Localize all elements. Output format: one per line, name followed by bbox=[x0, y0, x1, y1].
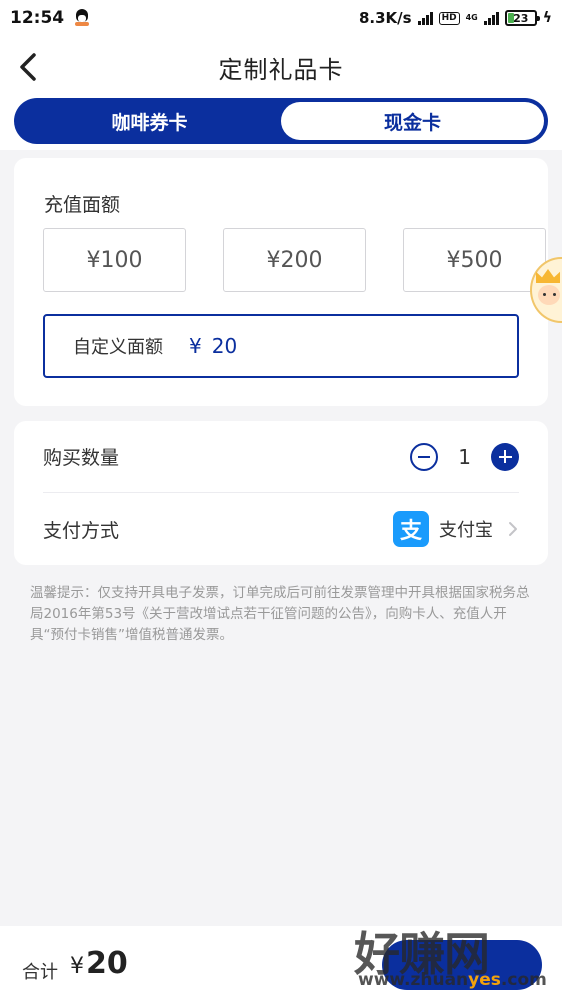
hd-badge: HD bbox=[438, 11, 460, 25]
bottom-bar: 合计 ¥20 bbox=[0, 926, 562, 1000]
battery-icon: 23 bbox=[504, 10, 540, 26]
card-type-tabs: 咖啡券卡 现金卡 bbox=[14, 98, 548, 144]
increase-button[interactable] bbox=[491, 442, 519, 471]
battery-level: 23 bbox=[513, 11, 529, 25]
status-bar: 12:54 8.3K/s HD 4G 23 ϟ bbox=[0, 0, 562, 36]
charging-icon: ϟ bbox=[542, 10, 552, 26]
floating-mascot-icon[interactable] bbox=[528, 255, 562, 325]
signal-4g-icon bbox=[483, 11, 499, 25]
order-card: 购买数量 1 支付方式 支 支付宝 bbox=[14, 421, 548, 565]
tab-coffee-card[interactable]: 咖啡券卡 bbox=[18, 102, 281, 140]
total-amount: ¥20 bbox=[70, 946, 128, 981]
quantity-row: 购买数量 1 bbox=[43, 421, 519, 493]
custom-amount-input[interactable]: 自定义面额 ¥ 20 bbox=[43, 314, 519, 378]
custom-amount-currency: ¥ bbox=[189, 334, 202, 358]
network-type: 4G bbox=[465, 13, 478, 22]
status-time: 12:54 bbox=[10, 8, 65, 28]
amount-option-200[interactable]: ¥200 bbox=[223, 228, 366, 292]
back-button[interactable] bbox=[16, 50, 46, 84]
payment-method-selector[interactable]: 支 支付宝 bbox=[393, 511, 519, 547]
page-title: 定制礼品卡 bbox=[218, 55, 344, 84]
quantity-stepper: 1 bbox=[410, 442, 519, 471]
total-label: 合计 bbox=[22, 962, 58, 983]
qq-icon bbox=[74, 9, 90, 27]
pay-button[interactable] bbox=[382, 940, 542, 990]
recharge-label: 充值面额 bbox=[44, 194, 121, 216]
recharge-card: 充值面额 ¥100 ¥200 ¥500 自定义面额 ¥ 20 bbox=[14, 158, 548, 406]
signal-icon bbox=[417, 11, 433, 25]
decrease-button[interactable] bbox=[410, 442, 439, 471]
custom-amount-label: 自定义面额 bbox=[73, 337, 163, 358]
alipay-icon: 支 bbox=[393, 511, 429, 547]
amount-options[interactable]: ¥100 ¥200 ¥500 bbox=[43, 228, 548, 294]
tab-cash-card[interactable]: 现金卡 bbox=[281, 102, 544, 140]
network-speed: 8.3K/s bbox=[358, 9, 412, 27]
payment-label: 支付方式 bbox=[43, 519, 120, 542]
amount-option-100[interactable]: ¥100 bbox=[43, 228, 186, 292]
payment-method-name: 支付宝 bbox=[439, 520, 493, 541]
total-currency: ¥ bbox=[70, 954, 84, 979]
chevron-right-icon bbox=[509, 522, 517, 536]
header: 定制礼品卡 bbox=[0, 36, 562, 98]
amount-option-500[interactable]: ¥500 bbox=[403, 228, 546, 292]
quantity-label: 购买数量 bbox=[43, 447, 120, 469]
back-arrow-icon bbox=[20, 53, 36, 81]
quantity-value: 1 bbox=[458, 444, 471, 469]
invoice-notice: 温馨提示：仅支持开具电子发票，订单完成后可前往发票管理中开具根据国家税务总局20… bbox=[30, 585, 530, 643]
total-value: 20 bbox=[86, 946, 128, 981]
payment-row[interactable]: 支付方式 支 支付宝 bbox=[43, 493, 519, 565]
tabs-container: 咖啡券卡 现金卡 bbox=[0, 96, 562, 150]
custom-amount-value[interactable]: 20 bbox=[212, 334, 237, 358]
